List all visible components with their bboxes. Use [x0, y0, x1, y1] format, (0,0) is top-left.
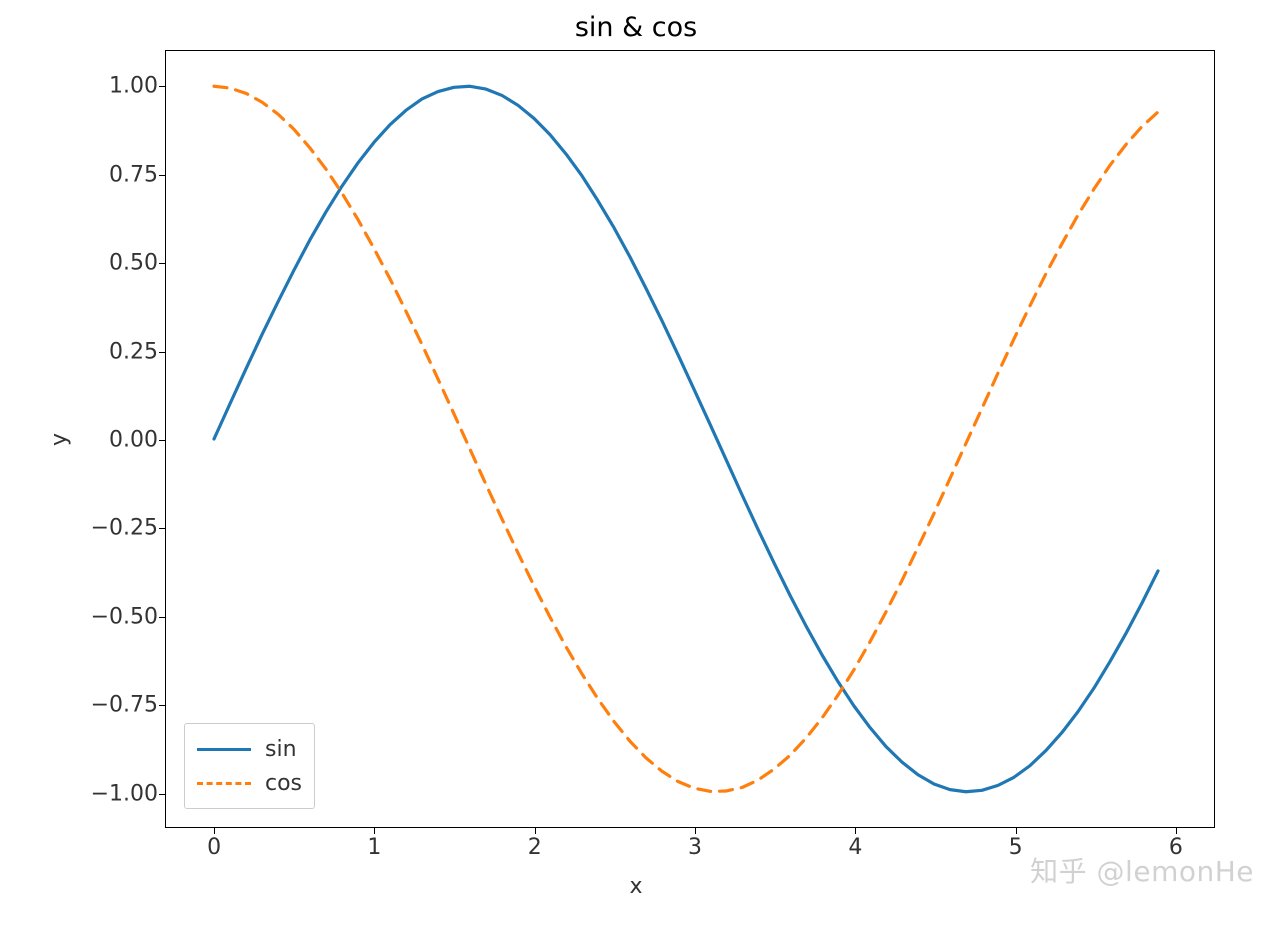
- x-tick-mark: [374, 827, 375, 834]
- x-tick-mark: [695, 827, 696, 834]
- y-tick-label: −0.50: [91, 604, 158, 629]
- legend-label: cos: [265, 771, 302, 796]
- y-axis-label: y: [47, 433, 72, 446]
- y-tick-mark: [159, 794, 166, 795]
- series-sin: [214, 86, 1158, 791]
- x-tick-mark: [214, 827, 215, 834]
- y-tick-label: 0.25: [109, 339, 158, 364]
- chart-figure: sin & cos sincos 0123456−1.00−0.75−0.50−…: [0, 0, 1272, 936]
- x-tick-label: 3: [688, 835, 702, 860]
- chart-title: sin & cos: [0, 12, 1272, 43]
- watermark-text: 知乎 @lemonHe: [1030, 850, 1254, 890]
- legend-label: sin: [265, 737, 297, 762]
- y-tick-label: 0.75: [109, 162, 158, 187]
- y-tick-mark: [159, 617, 166, 618]
- x-tick-mark: [855, 827, 856, 834]
- x-tick-label: 4: [848, 835, 862, 860]
- legend-entry-cos: cos: [197, 766, 302, 800]
- plot-area: sincos 0123456−1.00−0.75−0.50−0.250.000.…: [165, 50, 1215, 828]
- y-tick-label: 0.00: [109, 428, 158, 453]
- legend-line-icon: [197, 748, 251, 751]
- legend-entry-sin: sin: [197, 732, 302, 766]
- y-tick-label: −0.25: [91, 516, 158, 541]
- y-tick-mark: [159, 440, 166, 441]
- x-tick-label: 1: [367, 835, 381, 860]
- y-tick-label: −1.00: [91, 781, 158, 806]
- y-tick-mark: [159, 352, 166, 353]
- x-tick-mark: [1176, 827, 1177, 834]
- y-tick-mark: [159, 86, 166, 87]
- y-tick-mark: [159, 175, 166, 176]
- x-tick-label: 0: [207, 835, 221, 860]
- y-tick-mark: [159, 705, 166, 706]
- legend: sin cos: [184, 723, 315, 809]
- series-cos: [214, 86, 1158, 791]
- y-tick-label: 0.50: [109, 251, 158, 276]
- y-tick-mark: [159, 528, 166, 529]
- y-tick-mark: [159, 263, 166, 264]
- x-tick-mark: [1016, 827, 1017, 834]
- y-tick-label: −0.75: [91, 693, 158, 718]
- x-tick-label: 2: [528, 835, 542, 860]
- legend-line-icon: [197, 782, 251, 785]
- x-tick-label: 5: [1009, 835, 1023, 860]
- x-tick-mark: [535, 827, 536, 834]
- y-tick-label: 1.00: [109, 74, 158, 99]
- chart-lines: [166, 51, 1214, 827]
